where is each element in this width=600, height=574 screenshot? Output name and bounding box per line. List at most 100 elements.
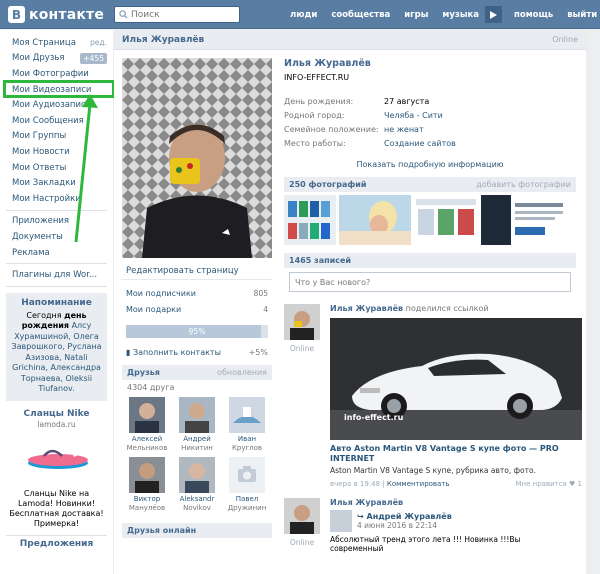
sidebar-ad[interactable]: Сланцы Nike lamoda.ru Сланцы Nike на Lam… (6, 409, 107, 549)
repost-icon: ↪ (357, 512, 367, 521)
photo-thumb[interactable] (339, 195, 411, 245)
post-text: Абсолютный тренд этого лета !!! Новинка … (330, 535, 521, 553)
sidebar-item-label: Мои Фотографии (12, 68, 89, 79)
post-author[interactable]: Илья Журавлёв (330, 498, 403, 507)
photo-thumb[interactable] (414, 195, 478, 245)
menu-games[interactable]: игры (404, 10, 428, 20)
author-avatar[interactable] (284, 498, 320, 534)
flip-flops-image (6, 429, 107, 489)
friend-first-name: Павел (235, 495, 259, 503)
sidebar-item-label: Мои Группы (12, 131, 67, 142)
gifts-row[interactable]: Мои подарки 4 (122, 302, 272, 318)
menu-people[interactable]: люди (290, 10, 317, 20)
post-body: Илья Журавлёв ↪ Андрей Журавлёв 4 июня 20… (330, 498, 576, 553)
vk-logo-mark: В (8, 6, 25, 23)
sidebar-item-label: Реклама (12, 247, 50, 258)
link-title[interactable]: Авто Aston Martin V8 Vantage S купе фото… (330, 444, 576, 464)
post-meta: вчера в 19:48 | Комментировать Мне нрави… (330, 480, 582, 488)
author-online: Online (289, 344, 315, 353)
friend-card[interactable]: Андрей Никитин (172, 397, 222, 453)
search-box[interactable] (114, 6, 240, 23)
post-time[interactable]: вчера в 19:48 (330, 480, 380, 488)
friends-title: Друзья (127, 368, 160, 377)
edit-link[interactable]: ред. (90, 38, 107, 47)
birthday-names[interactable]: Алсу Хурамшиной, Олега Заврошкого, Русла… (11, 321, 101, 393)
sidebar-item-label: Плагины для Wor... (12, 270, 98, 281)
comment-link[interactable]: Комментировать (387, 480, 450, 488)
friend-card[interactable]: Алексей Мельников (122, 397, 172, 453)
menu-help[interactable]: помощь (514, 10, 553, 20)
sidebar-item-plugins[interactable]: Плагины для Wor... (0, 267, 113, 283)
search-input[interactable] (131, 7, 231, 22)
menu-logout[interactable]: выйти (567, 10, 597, 20)
camera-icon (238, 466, 256, 482)
profile-left-column: Редактировать страницу Мои подписчики 805… (122, 262, 272, 538)
photos-strip (284, 195, 576, 245)
info-row: День рождения: 27 августа (284, 94, 576, 108)
friend-avatar (229, 457, 265, 493)
repost-date[interactable]: 4 июня 2016 в 22:14 (357, 521, 452, 530)
sidebar-item-my-page[interactable]: Моя Страница ред. (0, 35, 113, 51)
profile-photo[interactable] (122, 58, 272, 258)
like-label: Мне нравится (515, 480, 567, 488)
friends-count: 4304 друга (127, 383, 175, 392)
photo-thumb[interactable] (481, 195, 567, 245)
info-value[interactable]: Челяба - Сити (384, 111, 443, 120)
vk-logo-text: контакте (29, 6, 105, 23)
friend-card[interactable]: Иван Круглов (222, 397, 272, 453)
photos-count[interactable]: 250 фотографий (289, 180, 367, 189)
friend-card[interactable]: Виктор Манулёов (122, 457, 172, 513)
like-area[interactable]: Мне нравится ♥ 1 (516, 480, 583, 488)
friends-online-header[interactable]: Друзья онлайн (122, 523, 272, 538)
friends-header[interactable]: Друзья обновления (122, 365, 272, 380)
info-value[interactable]: не женат (384, 125, 424, 134)
profile-main: Илья Журавлёв Online Редактировать стран… (114, 30, 586, 574)
friend-first-name: Виктор (133, 495, 161, 503)
friend-card[interactable]: Павел Дружинин (222, 457, 272, 513)
play-button[interactable] (485, 6, 503, 23)
info-key: Родной город: (284, 110, 345, 120)
show-more-info-link[interactable]: Показать подробную информацию (284, 160, 576, 169)
photos-header: 250 фотографий добавить фотографии (284, 177, 576, 192)
profile-status[interactable]: INFO-EFFECT.RU (284, 73, 576, 82)
info-row: Место работы: Создание сайтов (284, 136, 576, 150)
divider (6, 534, 107, 536)
link-preview-image[interactable]: info-effect.ru (330, 318, 582, 440)
reminder-text: Сегодня день рождения Алсу Хурамшиной, О… (11, 310, 102, 394)
friend-last-name: Мельников (126, 444, 168, 452)
fill-contacts-value: +5% (248, 347, 268, 357)
edit-page-link[interactable]: Редактировать страницу (122, 262, 272, 280)
friend-avatar (129, 397, 165, 433)
menu-music[interactable]: музыка (442, 10, 479, 20)
link-description: Aston Martin V8 Vantage S купе, рубрика … (330, 466, 536, 475)
vk-logo[interactable]: В контакте (8, 5, 104, 24)
profile-header-name[interactable]: Илья Журавлёв (122, 35, 204, 45)
top-bar: В контакте люди сообщества игры музыка п… (0, 0, 600, 29)
info-value[interactable]: Создание сайтов (384, 139, 456, 148)
photo-thumb[interactable] (284, 195, 336, 245)
sidebar-item-label: Мои Закладки (12, 178, 76, 189)
fill-contacts-row[interactable]: ▮ Заполнить контакты +5% (122, 344, 272, 360)
friend-avatar (179, 457, 215, 493)
fill-contacts-label: ▮ Заполнить контакты (126, 347, 221, 357)
profile-info: День рождения: 27 августа Родной город: Че… (284, 94, 576, 150)
friend-card[interactable]: Aleksandr Novikov (172, 457, 222, 513)
sidebar-item-label: Моя Страница (12, 37, 76, 48)
friends-updates-link[interactable]: обновления (217, 368, 267, 377)
wall-post-input[interactable]: Что у Вас нового? (289, 272, 571, 292)
menu-communities[interactable]: сообщества (331, 10, 390, 20)
post-author[interactable]: Илья Журавлёв (330, 304, 403, 313)
top-menu: люди сообщества игры музыка помощь выйти (290, 0, 597, 29)
add-photos-link[interactable]: добавить фотографии (476, 180, 571, 189)
sidebar-item-label: Мои Друзья (12, 53, 65, 64)
play-icon (490, 10, 498, 19)
watermark: info-effect.ru (344, 413, 404, 422)
subscribers-row[interactable]: Мои подписчики 805 (122, 286, 272, 302)
wall-header[interactable]: 1465 записей (284, 253, 576, 268)
repost-author[interactable]: ↪ Андрей Журавлёв (357, 512, 452, 521)
friend-avatar (129, 457, 165, 493)
sidebar-item-friends[interactable]: Мои Друзья +455 (0, 51, 113, 67)
info-row: Семейное положение: не женат (284, 122, 576, 136)
repost-avatar[interactable] (330, 510, 352, 532)
author-avatar[interactable] (284, 304, 320, 340)
